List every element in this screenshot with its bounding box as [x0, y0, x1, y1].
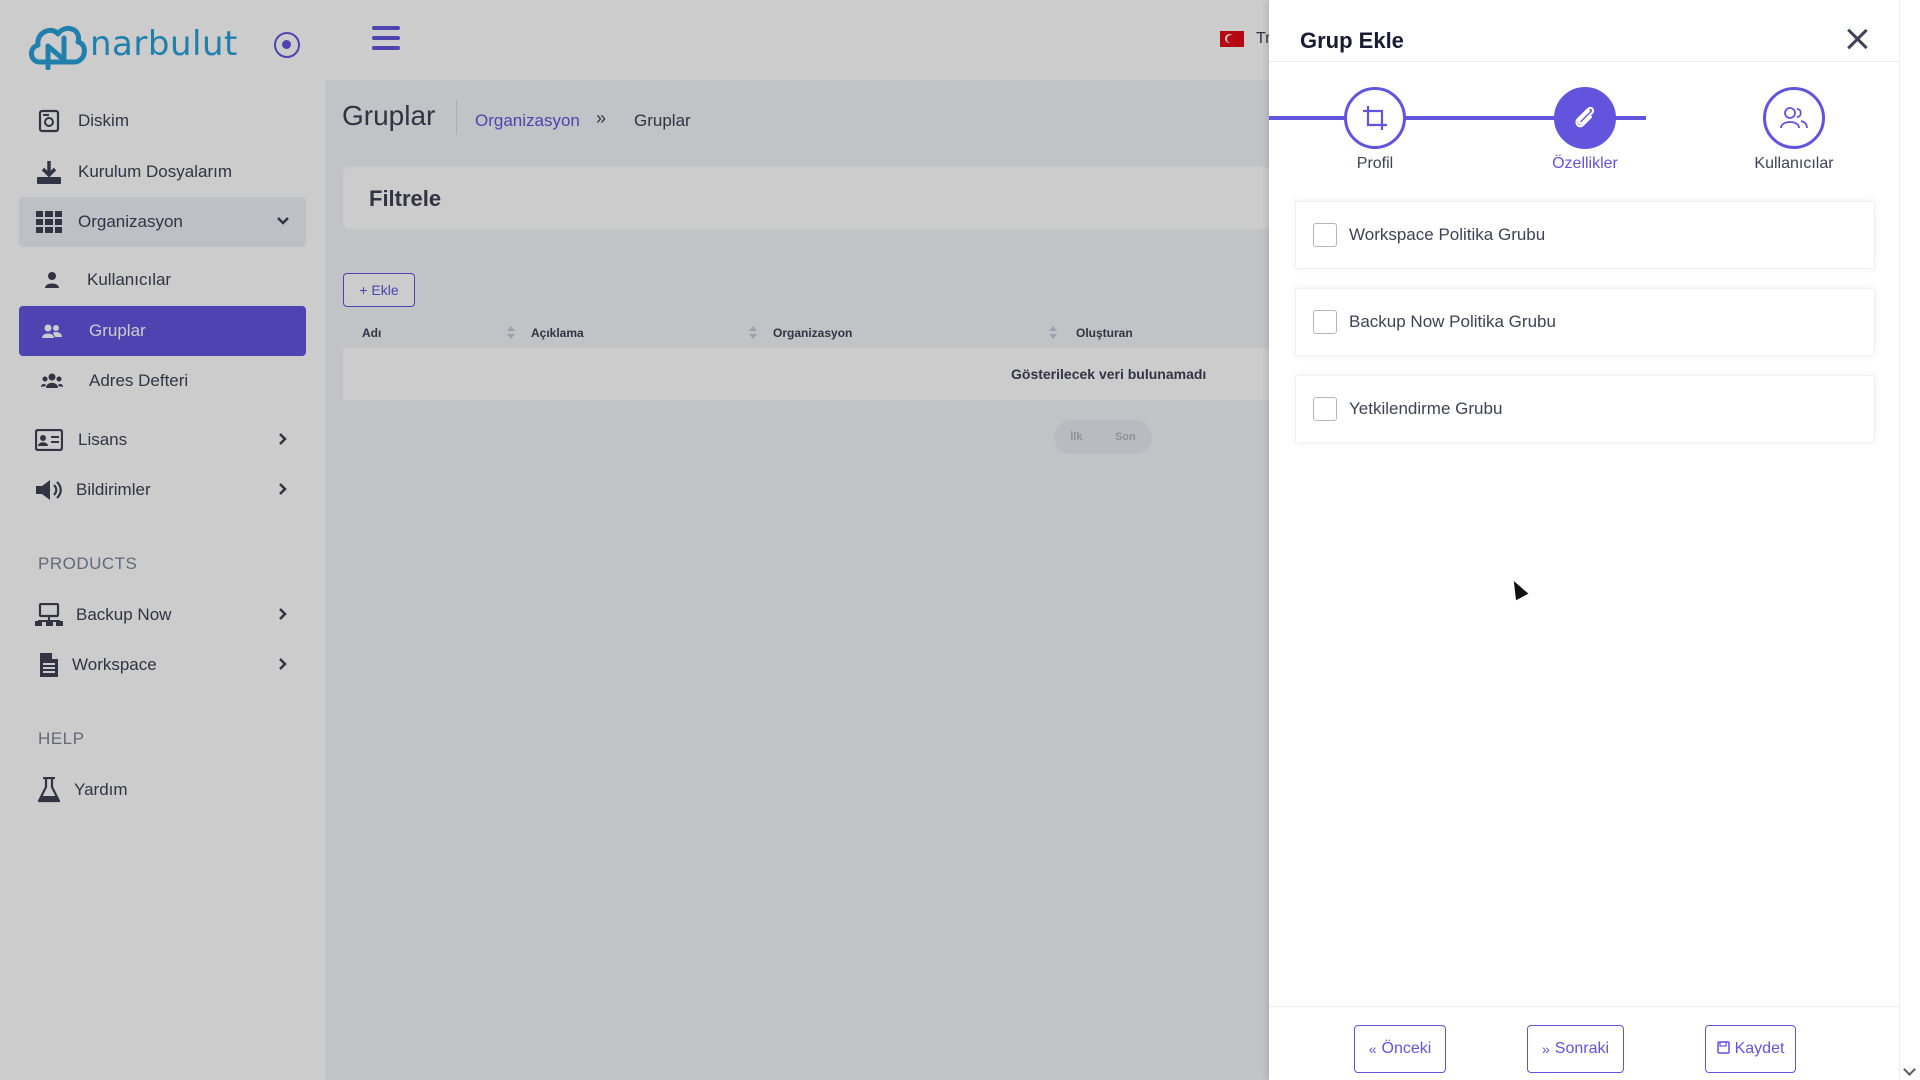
double-chevron-right-icon: » — [1541, 1041, 1550, 1057]
option-backup-now-politika-grubu[interactable]: Backup Now Politika Grubu — [1295, 288, 1875, 356]
step-kullanicilar[interactable] — [1763, 87, 1825, 149]
checkbox[interactable] — [1313, 397, 1337, 421]
users-icon — [1780, 107, 1808, 129]
step-label-kullanicilar: Kullanıcılar — [1754, 155, 1834, 172]
option-workspace-politika-grubu[interactable]: Workspace Politika Grubu — [1295, 201, 1875, 269]
drawer-scrollbar[interactable] — [1899, 0, 1920, 1080]
double-chevron-left-icon: « — [1368, 1041, 1377, 1057]
step-ozellikler[interactable] — [1554, 87, 1616, 149]
checkbox[interactable] — [1313, 310, 1337, 334]
step-profil[interactable] — [1344, 87, 1406, 149]
drawer-header-divider — [1269, 61, 1899, 62]
drawer-footer-divider — [1269, 1006, 1899, 1007]
floppy-disk-icon — [1716, 1041, 1730, 1057]
next-button-label: Sonraki — [1554, 1040, 1610, 1057]
option-label: Backup Now Politika Grubu — [1349, 312, 1556, 331]
previous-button[interactable]: « Önceki — [1354, 1025, 1446, 1073]
checkbox[interactable] — [1313, 223, 1337, 247]
next-button[interactable]: » Sonraki — [1527, 1025, 1624, 1073]
option-yetkilendirme-grubu[interactable]: Yetkilendirme Grubu — [1295, 375, 1875, 443]
close-icon[interactable] — [1845, 26, 1869, 50]
step-label-profil: Profil — [1356, 155, 1394, 172]
step-label-ozellikler: Özellikler — [1552, 155, 1618, 172]
scroll-down-arrow-icon[interactable] — [1903, 1063, 1916, 1076]
crop-icon — [1363, 106, 1387, 130]
option-label: Workspace Politika Grubu — [1349, 225, 1546, 244]
save-button[interactable]: Kaydet — [1705, 1025, 1796, 1073]
option-label: Yetkilendirme Grubu — [1349, 399, 1503, 418]
save-button-label: Kaydet — [1734, 1040, 1785, 1057]
previous-button-label: Önceki — [1381, 1040, 1432, 1057]
paperclip-icon — [1575, 106, 1595, 128]
add-group-drawer: Grup Ekle Profil Özellikler Kullanıcılar… — [1269, 0, 1899, 1080]
drawer-title: Grup Ekle — [1300, 28, 1404, 53]
